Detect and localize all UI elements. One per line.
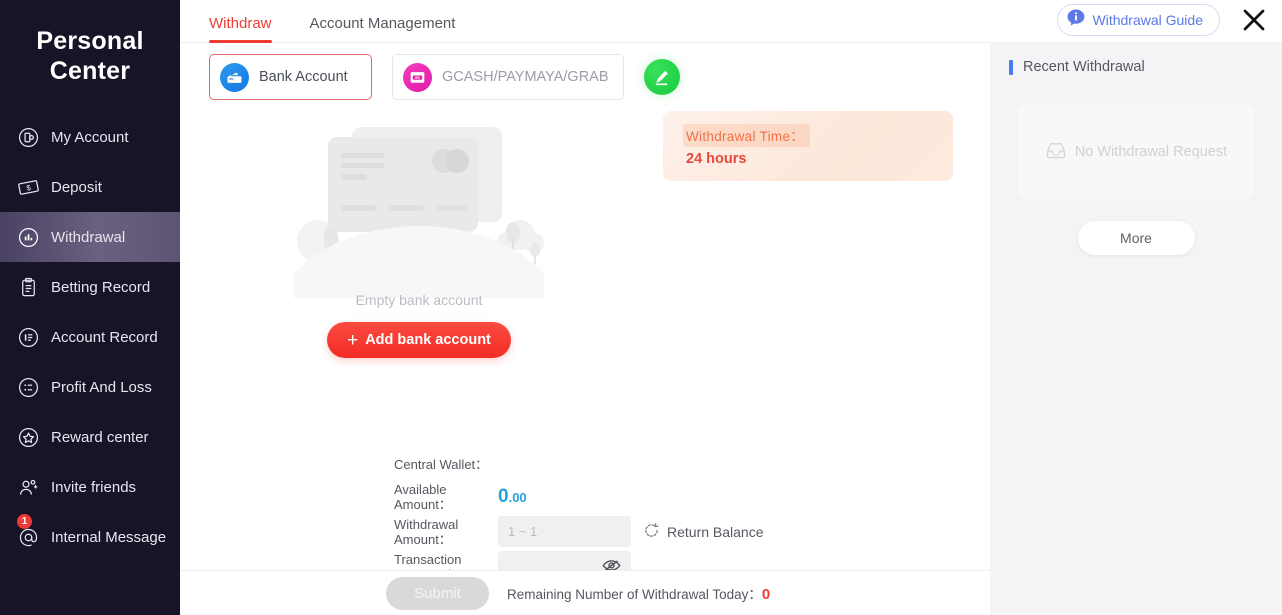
submit-button[interactable]: Submit — [386, 576, 489, 610]
empty-bank-account-state: Empty bank account + Add bank account — [209, 113, 629, 358]
recent-withdrawal-card: No Withdrawal Request — [1018, 104, 1254, 199]
svg-text:$: $ — [26, 182, 33, 192]
sidebar-item-label: Betting Record — [51, 278, 151, 296]
personal-center-page: Personal Center My Account $ Deposit Wit… — [0, 0, 1282, 615]
withdraw-form-area: Bank Account ec GCASH/PAYMAYA/GRAB Withd… — [180, 43, 990, 615]
sidebar-item-account-record[interactable]: Account Record — [0, 312, 180, 362]
body-row: Bank Account ec GCASH/PAYMAYA/GRAB Withd… — [180, 43, 1282, 615]
svg-text:ec: ec — [415, 75, 420, 80]
refresh-icon — [643, 522, 667, 542]
recent-withdrawal-panel: Recent Withdrawal No Withdrawal Request … — [990, 43, 1282, 615]
main-content: Withdraw Account Management Withdrawal G… — [180, 0, 1282, 615]
no-request-text: No Withdrawal Request — [1074, 143, 1228, 160]
withdrawal-time-notice: Withdrawal Time： 24 hours — [663, 111, 953, 181]
accent-bar — [1009, 59, 1013, 75]
payment-method-tabs: Bank Account ec GCASH/PAYMAYA/GRAB — [180, 43, 990, 100]
no-request-state: No Withdrawal Request — [1045, 140, 1227, 164]
top-bar: Withdraw Account Management Withdrawal G… — [180, 0, 1282, 43]
sidebar-item-my-account[interactable]: My Account — [0, 112, 180, 162]
bank-card-icon — [220, 62, 249, 92]
sidebar-item-label: Account Record — [51, 328, 158, 346]
sidebar-item-reward-center[interactable]: Reward center — [0, 412, 180, 462]
available-amount-label: Available Amount： — [394, 482, 452, 512]
pencil-icon[interactable] — [643, 59, 680, 95]
account-circle-icon — [16, 125, 41, 150]
document-circle-icon — [16, 325, 41, 350]
sidebar-item-label: Withdrawal — [51, 228, 126, 246]
brand-line-2: Center — [49, 57, 131, 85]
sidebar-item-label: Reward center — [51, 428, 149, 446]
unread-badge: 1 — [17, 514, 32, 529]
brand-title: Personal Center — [0, 0, 180, 86]
info-bubble-icon — [1066, 8, 1086, 33]
star-circle-icon — [16, 425, 41, 450]
return-balance-button[interactable]: Return Balance — [643, 522, 764, 542]
central-wallet-label: Central Wallet： — [394, 457, 489, 472]
sidebar-item-label: Internal Message — [51, 528, 167, 546]
sidebar: Personal Center My Account $ Deposit Wit… — [0, 0, 180, 615]
return-balance-label: Return Balance — [667, 523, 764, 540]
available-amount-row: Available Amount： 0.00 — [394, 482, 764, 512]
withdrawal-amount-input[interactable] — [498, 516, 631, 547]
ewallet-icon: ec — [403, 62, 432, 92]
close-icon[interactable] — [1236, 2, 1272, 38]
method-gcash-paymaya-grab[interactable]: ec GCASH/PAYMAYA/GRAB — [392, 54, 624, 100]
clipboard-icon — [16, 275, 41, 300]
sidebar-item-betting-record[interactable]: Betting Record — [0, 262, 180, 312]
add-bank-account-button[interactable]: + Add bank account — [327, 322, 511, 358]
user-add-icon — [16, 475, 41, 500]
empty-state-text: Empty bank account — [355, 292, 483, 308]
remaining-count: 0 — [761, 586, 771, 603]
method-label: GCASH/PAYMAYA/GRAB — [442, 69, 609, 85]
method-bank-account[interactable]: Bank Account — [209, 54, 372, 100]
available-amount-value: 0.00 — [498, 485, 527, 508]
tab-label: Account Management — [309, 15, 456, 32]
available-amount-decimal: .00 — [508, 489, 527, 505]
tab-label: Withdraw — [209, 15, 272, 32]
brand-line-1: Personal — [36, 27, 144, 55]
available-amount-integer: 0 — [498, 485, 509, 507]
central-wallet-row: Central Wallet： — [394, 457, 764, 472]
form-footer: Submit Remaining Number of Withdrawal To… — [180, 570, 990, 615]
method-label: Bank Account — [259, 69, 348, 85]
list-circle-icon — [16, 375, 41, 400]
withdrawal-amount-label: Withdrawal Amount： — [394, 516, 459, 547]
withdrawal-amount-row: Withdrawal Amount： Return Balance — [394, 516, 764, 547]
empty-card-illustration — [294, 127, 544, 298]
tab-list: Withdraw Account Management — [180, 15, 493, 43]
sidebar-item-label: My Account — [51, 128, 129, 146]
at-circle-icon — [16, 525, 41, 550]
plus-icon: + — [347, 329, 359, 351]
more-button[interactable]: More — [1077, 221, 1195, 255]
sidebar-item-withdrawal[interactable]: Withdrawal — [0, 212, 180, 262]
sidebar-item-deposit[interactable]: $ Deposit — [0, 162, 180, 212]
remaining-label: Remaining Number of Withdrawal Today： — [507, 587, 762, 602]
sidebar-nav: My Account $ Deposit Withdrawal Betting … — [0, 112, 180, 562]
notice-title: Withdrawal Time： — [683, 124, 811, 147]
sidebar-item-invite-friends[interactable]: Invite friends — [0, 462, 180, 512]
remaining-withdrawals: Remaining Number of Withdrawal Today：0 — [507, 583, 770, 603]
sidebar-item-label: Profit And Loss — [51, 378, 152, 396]
sidebar-item-label: Invite friends — [51, 478, 137, 496]
add-bank-account-label: Add bank account — [365, 332, 491, 348]
recent-withdrawal-header: Recent Withdrawal — [990, 59, 1282, 75]
sidebar-item-profit-and-loss[interactable]: Profit And Loss — [0, 362, 180, 412]
withdraw-fields: Central Wallet： Available Amount： 0.00 W… — [394, 457, 764, 586]
banknote-icon: $ — [16, 175, 41, 200]
sidebar-item-label: Deposit — [51, 178, 102, 196]
guide-label: Withdrawal Guide — [1092, 12, 1204, 28]
notice-value: 24 hours — [686, 151, 747, 167]
chart-circle-icon — [16, 225, 41, 250]
inbox-icon — [1045, 140, 1075, 164]
withdrawal-guide-button[interactable]: Withdrawal Guide — [1056, 4, 1220, 36]
recent-withdrawal-title: Recent Withdrawal — [1023, 59, 1145, 75]
tab-withdraw[interactable]: Withdraw — [209, 15, 272, 43]
sidebar-item-internal-message[interactable]: 1 Internal Message — [0, 512, 180, 562]
tab-account-management[interactable]: Account Management — [310, 15, 456, 42]
